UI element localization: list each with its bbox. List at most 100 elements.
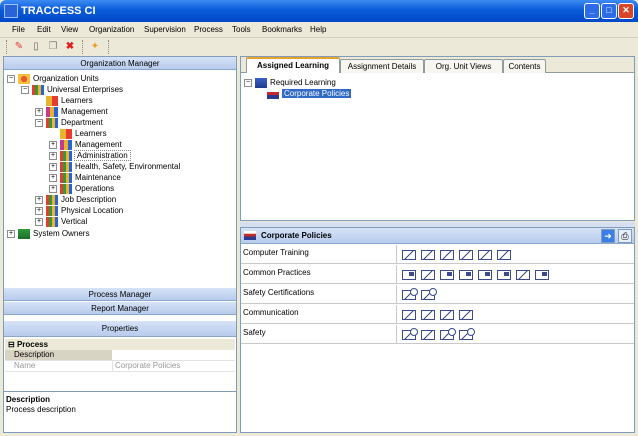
expand-icon[interactable]: + xyxy=(35,107,43,116)
tree-node-physical-location[interactable]: + Physical Location xyxy=(35,205,123,216)
expand-icon[interactable]: + xyxy=(35,217,43,226)
menu-view[interactable]: View xyxy=(61,25,78,35)
course-icon[interactable] xyxy=(421,270,435,280)
expand-icon[interactable]: + xyxy=(49,173,57,182)
expand-icon[interactable]: + xyxy=(49,184,57,193)
flagged-course-icon[interactable] xyxy=(535,270,549,280)
print-icon[interactable]: ⎙ xyxy=(618,229,632,243)
course-row[interactable]: Safety Certifications xyxy=(241,285,634,304)
property-row-description[interactable]: Description xyxy=(5,350,235,361)
title-bar[interactable]: TRACCESS CI _ □ ✕ xyxy=(0,0,638,22)
tree-node-required-learning[interactable]: − Required Learning xyxy=(244,77,336,88)
collapse-icon[interactable]: − xyxy=(7,74,15,83)
collapse-icon[interactable]: ⊟ xyxy=(8,340,17,349)
collapse-icon[interactable]: − xyxy=(21,85,29,94)
new-document-icon[interactable]: ▯ xyxy=(29,40,43,54)
course-row[interactable]: Communication xyxy=(241,305,634,324)
tree-node-job-description[interactable]: + Job Description xyxy=(35,194,116,205)
course-icon[interactable] xyxy=(478,250,492,260)
navigate-arrow-icon[interactable]: ➜ xyxy=(601,229,615,243)
hierarchy-icon xyxy=(255,77,267,88)
flagged-course-icon[interactable] xyxy=(440,270,454,280)
course-row[interactable]: Common Practices xyxy=(241,265,634,284)
pin-icon[interactable]: ✎ xyxy=(12,40,26,54)
course-icon[interactable] xyxy=(421,250,435,260)
tab-org-unit-views[interactable]: Org. Unit Views xyxy=(424,59,503,73)
process-manager-header[interactable]: Process Manager xyxy=(4,288,236,301)
flagged-course-icon[interactable] xyxy=(459,270,473,280)
tree-node-vertical[interactable]: + Vertical xyxy=(35,216,87,227)
menu-supervision[interactable]: Supervision xyxy=(144,25,186,35)
tree-node-label: Job Description xyxy=(61,195,117,204)
course-icon[interactable] xyxy=(402,310,416,320)
tree-node-department[interactable]: − Department xyxy=(35,117,103,128)
menu-edit[interactable]: Edit xyxy=(37,25,51,35)
course-row[interactable]: Safety xyxy=(241,325,634,344)
tree-node-universal[interactable]: − Universal Enterprises xyxy=(21,84,123,95)
report-manager-header[interactable]: Report Manager xyxy=(4,302,236,315)
tree-node-system-owners[interactable]: + System Owners xyxy=(7,228,89,239)
flagged-course-icon[interactable] xyxy=(402,270,416,280)
tree-node-administration[interactable]: + Administration xyxy=(49,150,131,161)
expand-icon[interactable]: + xyxy=(7,229,15,238)
tree-node-corporate-policies[interactable]: Corporate Policies xyxy=(267,88,352,99)
menu-tools[interactable]: Tools xyxy=(232,25,251,35)
tree-node-management[interactable]: + Management xyxy=(35,106,108,117)
flagged-course-icon[interactable] xyxy=(478,270,492,280)
delete-icon[interactable]: ✖ xyxy=(63,40,77,54)
expand-icon[interactable]: + xyxy=(49,151,57,160)
expand-icon[interactable]: + xyxy=(35,195,43,204)
process-detail-panel: Corporate Policies ➜ ⎙ Computer Training… xyxy=(240,227,635,433)
course-icon[interactable] xyxy=(421,310,435,320)
close-button[interactable]: ✕ xyxy=(618,3,634,19)
tab-assignment-details[interactable]: Assignment Details xyxy=(340,59,424,73)
certification-icon[interactable] xyxy=(402,288,418,300)
property-value[interactable]: Corporate Policies xyxy=(112,361,180,371)
menu-process[interactable]: Process xyxy=(194,25,223,35)
course-icon[interactable] xyxy=(459,250,473,260)
tree-node-label: Universal Enterprises xyxy=(47,85,124,94)
tree-node-label: Management xyxy=(75,140,122,149)
course-icon[interactable] xyxy=(440,250,454,260)
collapse-icon[interactable]: − xyxy=(244,78,252,87)
maximize-button[interactable]: □ xyxy=(601,3,617,19)
folder-books-icon xyxy=(60,183,72,194)
properties-section-label: Process xyxy=(16,340,49,349)
certification-icon[interactable] xyxy=(402,328,418,340)
properties-section[interactable]: ⊟ Process xyxy=(5,339,235,350)
collapse-icon[interactable]: − xyxy=(35,118,43,127)
menu-organization[interactable]: Organization xyxy=(89,25,134,35)
expand-icon[interactable]: + xyxy=(35,206,43,215)
tree-node-maintenance[interactable]: + Maintenance xyxy=(49,172,121,183)
wizard-icon[interactable]: ✦ xyxy=(88,40,102,54)
course-row[interactable]: Computer Training xyxy=(241,245,634,264)
menu-file[interactable]: File xyxy=(12,25,25,35)
certification-icon[interactable] xyxy=(440,328,456,340)
tree-node-hse[interactable]: + Health, Safety, Environmental xyxy=(49,161,180,172)
course-icon[interactable] xyxy=(459,310,473,320)
property-row-name[interactable]: Name Corporate Policies xyxy=(5,361,235,372)
tab-assigned-learning[interactable]: Assigned Learning xyxy=(246,57,340,73)
tree-node-dept-learners[interactable]: Learners xyxy=(60,128,107,139)
course-icon[interactable] xyxy=(440,310,454,320)
tree-node-learners[interactable]: Learners xyxy=(46,95,93,106)
flagged-course-icon[interactable] xyxy=(497,270,511,280)
tree-node-dept-management[interactable]: + Management xyxy=(49,139,122,150)
tree-node-operations[interactable]: + Operations xyxy=(49,183,114,194)
expand-icon[interactable]: + xyxy=(49,140,57,149)
course-icon[interactable] xyxy=(421,330,435,340)
expand-icon[interactable]: + xyxy=(49,162,57,171)
course-icon[interactable] xyxy=(516,270,530,280)
menu-help[interactable]: Help xyxy=(310,25,326,35)
tree-node-org-units[interactable]: − Organization Units xyxy=(7,73,99,84)
certification-icon[interactable] xyxy=(459,328,475,340)
certification-icon[interactable] xyxy=(421,288,437,300)
course-icon[interactable] xyxy=(497,250,511,260)
folder-books-icon xyxy=(46,194,58,205)
course-icon[interactable] xyxy=(402,250,416,260)
tab-contents[interactable]: Contents xyxy=(503,59,546,73)
menu-bookmarks[interactable]: Bookmarks xyxy=(262,25,302,35)
minimize-button[interactable]: _ xyxy=(584,3,600,19)
org-manager-header[interactable]: Organization Manager xyxy=(4,57,236,70)
copy-icon[interactable]: ❐ xyxy=(46,40,60,54)
